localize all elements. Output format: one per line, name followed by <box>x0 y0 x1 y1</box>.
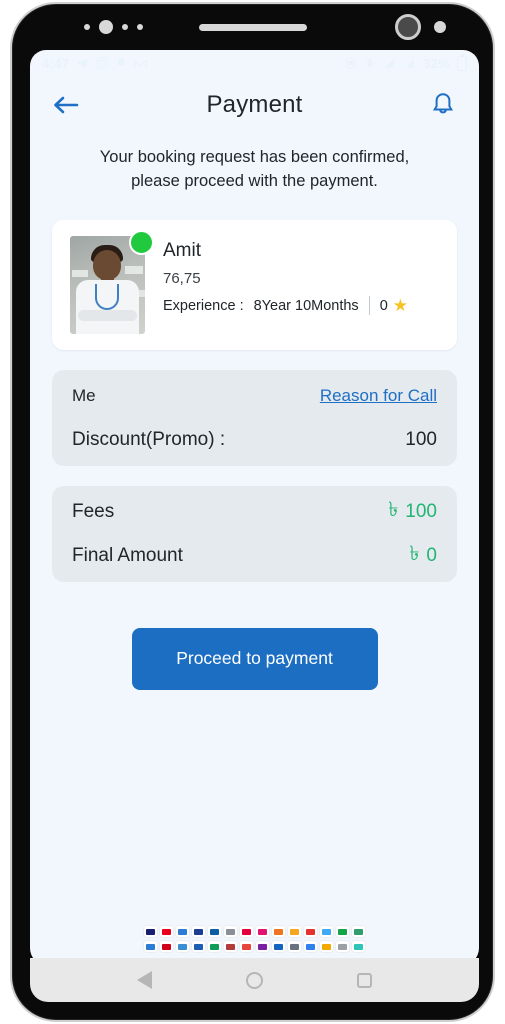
doctor-card[interactable]: Amit 76,75 Experience : 8Year 10Months 0… <box>52 219 457 350</box>
discount-value: 100 <box>405 428 437 450</box>
instagram-icon <box>96 57 108 69</box>
avatar-wrapper <box>70 229 154 334</box>
proximity-sensor-icon <box>84 24 90 30</box>
surecash-logo <box>256 941 269 952</box>
summary-card: Me Reason for Call Discount(Promo) : 100 <box>52 369 457 466</box>
bank-card-logo <box>224 926 237 937</box>
amex-logo <box>192 926 205 937</box>
rating-value: 0 <box>379 297 388 314</box>
fees-value: 100 <box>405 500 437 522</box>
experience-label: Experience : <box>163 297 244 314</box>
nav-recents-icon[interactable] <box>357 972 372 988</box>
doctor-subtitle: 76,75 <box>163 269 201 287</box>
city-logo <box>288 941 301 952</box>
doctor-name: Amit <box>163 239 201 261</box>
mcash-logo <box>336 926 349 937</box>
final-amount: ৳ 0 <box>409 539 437 572</box>
ir-sensor-icon <box>137 24 143 30</box>
telegram-icon <box>76 57 89 70</box>
status-bar-right: 32% <box>345 53 467 71</box>
redcard-logo <box>160 941 173 952</box>
front-camera-icon <box>99 20 113 34</box>
experience-value: 8Year 10Months <box>253 297 359 314</box>
android-navigation-bar <box>30 958 479 1002</box>
fees-amount: ৳ 100 <box>388 495 437 528</box>
confirmation-line-1: Your booking request has been confirmed, <box>99 148 410 166</box>
mastercard-logo <box>160 926 173 937</box>
final-amount-label: Final Amount <box>72 544 183 566</box>
nav-back-icon[interactable] <box>137 971 152 989</box>
final-amount-value: 0 <box>426 544 437 566</box>
status-bar-time: 4:47 <box>42 55 70 71</box>
sensor-cluster <box>84 20 143 34</box>
nagad-logo <box>272 926 285 937</box>
battery-percent: 32% <box>423 55 450 71</box>
earpiece-speaker <box>198 24 307 31</box>
page-title: Payment <box>206 91 303 118</box>
visa-logo <box>144 926 157 937</box>
bkash-logo <box>256 926 269 937</box>
phone-top-bezel <box>12 4 493 50</box>
rating-group: 0 ★ <box>380 296 408 316</box>
fees-label: Fees <box>72 500 115 522</box>
sim-icon <box>345 57 357 69</box>
upay-logo <box>288 926 301 937</box>
cellfin-logo <box>144 941 157 952</box>
okwallet-logo <box>304 926 317 937</box>
reason-for-call-link[interactable]: Reason for Call <box>320 386 437 406</box>
back-arrow-icon[interactable] <box>48 87 84 123</box>
payment-methods-row-2 <box>144 941 365 952</box>
online-status-badge <box>129 229 154 255</box>
confirmation-message: Your booking request has been confirmed,… <box>30 134 479 194</box>
gmail-icon <box>134 58 148 69</box>
rocket-logo <box>240 926 253 937</box>
qcash-logo <box>192 941 205 952</box>
signal-icon <box>403 57 416 69</box>
status-bar-left: 4:47 <box>42 55 148 71</box>
owner-label: Me <box>72 385 96 405</box>
phone-frame: 4:47 32% Payment Your booking request ha… <box>10 2 495 1022</box>
status-bar: 4:47 32% <box>30 50 479 76</box>
mycash-logo <box>352 926 365 937</box>
dbbl-logo <box>208 926 221 937</box>
discount-label: Discount(Promo) : <box>72 428 226 450</box>
summary-row-owner: Me Reason for Call <box>72 374 437 418</box>
star-icon: ★ <box>392 295 409 315</box>
tapgreen-logo <box>352 941 365 952</box>
tap-logo <box>320 926 333 937</box>
battery-icon <box>457 53 467 71</box>
payment-methods-row-1 <box>144 926 365 937</box>
proceed-to-payment-button[interactable]: Proceed to payment <box>131 627 378 690</box>
ipay-logo <box>336 941 349 952</box>
camera-lens-icon <box>395 14 421 40</box>
nav-home-icon[interactable] <box>246 971 263 989</box>
notification-bell-icon[interactable] <box>425 87 461 123</box>
taka-icon: ৳ <box>409 543 420 566</box>
bell-icon <box>115 57 127 69</box>
card-blue-logo <box>176 926 189 937</box>
led-indicator-icon <box>434 21 446 33</box>
final-amount-row: Final Amount ৳ 0 <box>72 534 437 578</box>
app-bar: Payment <box>30 76 479 134</box>
gold-logo <box>320 941 333 952</box>
vibrate-icon <box>364 57 376 69</box>
taka-icon: ৳ <box>388 499 399 522</box>
confirmation-line-2: please proceed with the payment. <box>131 171 378 190</box>
aamarpay-logo <box>240 941 253 952</box>
bluecard-logo <box>176 941 189 952</box>
light-sensor-icon <box>122 24 128 30</box>
network-4g-icon <box>383 57 396 69</box>
divider <box>368 296 370 316</box>
islami-logo <box>208 941 221 952</box>
doctor-experience-row: Experience : 8Year 10Months 0 ★ <box>163 296 408 316</box>
fees-card: Fees ৳ 100 Final Amount ৳ 0 <box>52 485 457 582</box>
doctor-info: Amit 76,75 Experience : 8Year 10Months 0… <box>163 236 408 316</box>
cta-wrapper: Proceed to payment <box>30 627 479 690</box>
summary-row-discount: Discount(Promo) : 100 <box>72 418 437 462</box>
bank-logo <box>224 941 237 952</box>
ebl-logo <box>304 941 317 952</box>
fees-row: Fees ৳ 100 <box>72 490 437 534</box>
phone-screen: 4:47 32% Payment Your booking request ha… <box>30 50 479 966</box>
dmoney-logo <box>272 941 285 952</box>
